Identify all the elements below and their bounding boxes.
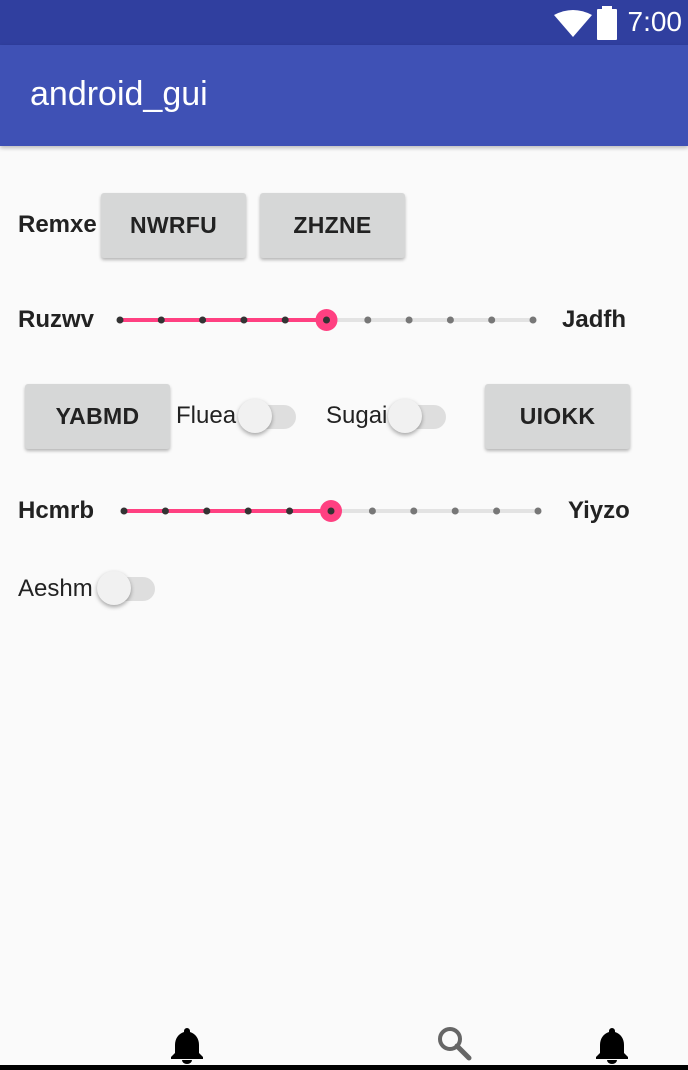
slider-tick [161, 507, 169, 515]
slider-tick [240, 316, 248, 324]
fluea-label: Fluea [176, 402, 237, 429]
bell-icon[interactable] [167, 1024, 207, 1064]
slider-tick [244, 507, 252, 515]
slider-thumb-tick [327, 507, 335, 515]
hcmrb-yiyzo-slider[interactable] [108, 491, 548, 531]
slider-tick [157, 316, 165, 324]
switch-thumb [238, 399, 272, 433]
ruzwv-jadfh-slider[interactable] [108, 300, 548, 340]
slider-tick [281, 316, 289, 324]
slider-tick [368, 507, 376, 515]
nwrfu-button[interactable]: NWRFU [101, 193, 246, 258]
slider-tick [451, 507, 459, 515]
slider-tick [364, 316, 372, 324]
slider-tick [493, 507, 501, 515]
slider-tick [405, 316, 413, 324]
slider-tick [534, 507, 542, 515]
status-time: 7:00 [627, 6, 683, 37]
slider2-min-label: Hcmrb [18, 497, 95, 524]
app-title: android_gui [30, 75, 208, 113]
slider-tick [529, 316, 537, 324]
slider-tick [203, 507, 211, 515]
wifi-icon [554, 10, 592, 37]
sugai-switch[interactable] [388, 396, 448, 436]
slider-tick [120, 507, 128, 515]
status-bar: 7:00 [0, 0, 688, 45]
switch-thumb [388, 399, 422, 433]
zhzne-button[interactable]: ZHZNE [260, 193, 405, 258]
switch-thumb [97, 571, 131, 605]
slider-tick [410, 507, 418, 515]
sugai-label: Sugai [326, 402, 388, 429]
slider1-min-label: Ruzwv [18, 306, 95, 333]
aeshm-switch[interactable] [97, 568, 157, 608]
uiokk-button[interactable]: UIOKK [485, 384, 630, 449]
app-bar: android_gui [0, 45, 688, 146]
bell-icon[interactable] [592, 1024, 632, 1064]
yabmd-button[interactable]: YABMD [25, 384, 170, 449]
slider-tick [286, 507, 294, 515]
slider2-max-label: Yiyzo [568, 497, 630, 524]
slider-tick [446, 316, 454, 324]
bottom-edge [0, 1065, 688, 1070]
search-icon[interactable] [434, 1024, 474, 1064]
battery-icon [597, 6, 617, 40]
remxe-label: Remxe [18, 211, 97, 238]
aeshm-label: Aeshm [18, 575, 93, 602]
slider-tick [116, 316, 124, 324]
slider-tick [488, 316, 496, 324]
slider-tick [199, 316, 207, 324]
slider-thumb-tick [323, 316, 330, 324]
slider1-max-label: Jadfh [562, 306, 627, 333]
fluea-switch[interactable] [238, 396, 298, 436]
